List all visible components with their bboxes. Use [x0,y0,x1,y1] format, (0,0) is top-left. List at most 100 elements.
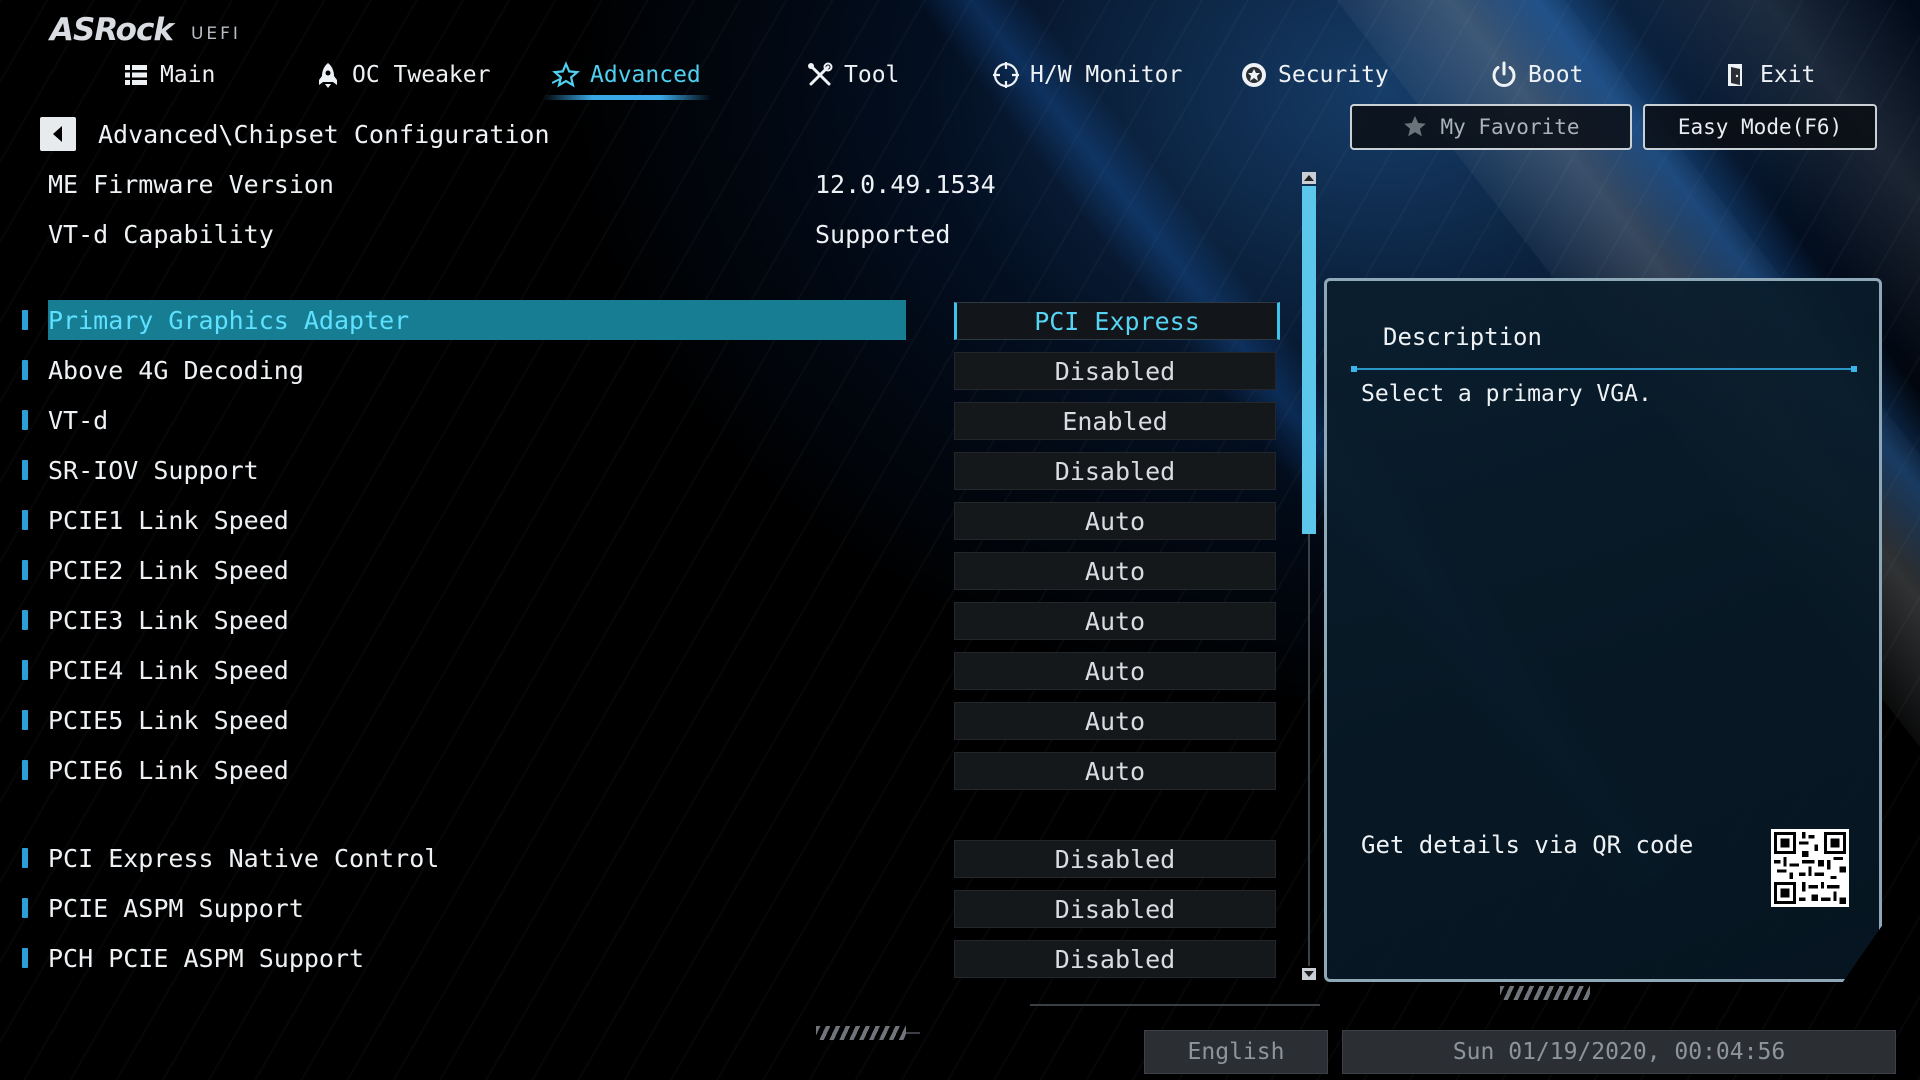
scroll-up-arrow-icon[interactable] [1302,172,1316,184]
info-value-me-firmware: 12.0.49.1534 [815,169,996,199]
row-bullet [22,360,28,380]
main-nav: Main OC Tweaker Advanced Tool H/W Monito… [0,56,1920,100]
my-favorite-button[interactable]: My Favorite [1350,104,1632,150]
easy-mode-button[interactable]: Easy Mode(F6) [1643,104,1877,150]
option-value[interactable]: Auto [954,552,1276,590]
option-value[interactable]: Disabled [954,890,1276,928]
tab-label: Boot [1528,62,1584,88]
row-bullet [22,660,28,680]
tab-advanced[interactable]: Advanced [542,56,711,100]
option-value[interactable]: Disabled [954,452,1276,490]
scroll-down-arrow-icon[interactable] [1302,968,1316,980]
back-arrow-icon [53,126,62,142]
option-value[interactable]: Disabled [954,940,1276,978]
info-label-vtd-capability: VT-d Capability [48,219,274,249]
option-vt-d[interactable]: VT-d Enabled [20,400,1280,440]
crosshair-icon [993,62,1019,88]
row-bullet [22,760,28,780]
row-bullet [22,848,28,868]
option-label: PCIE2 Link Speed [48,555,289,585]
option-label: PCIE3 Link Speed [48,605,289,635]
favorite-label: My Favorite [1440,115,1580,139]
option-value[interactable]: Disabled [954,352,1276,390]
option-value[interactable]: Enabled [954,402,1276,440]
shield-icon [1242,63,1266,87]
option-value[interactable]: Auto [954,752,1276,790]
row-bullet [22,560,28,580]
tab-label: Exit [1760,62,1816,88]
option-pcie4-link-speed[interactable]: PCIE4 Link Speed Auto [20,650,1280,690]
decorative-line [1030,1004,1320,1006]
option-label: SR-IOV Support [48,455,259,485]
breadcrumb-path: Advanced\Chipset Configuration [98,119,550,149]
tab-security[interactable]: Security [1240,56,1389,94]
tab-label: Tool [844,62,900,88]
power-icon [1492,61,1516,87]
option-label: PCH PCIE ASPM Support [48,943,365,973]
option-pcie5-link-speed[interactable]: PCIE5 Link Speed Auto [20,700,1280,740]
option-sr-iov-support[interactable]: SR-IOV Support Disabled [20,450,1280,490]
easy-mode-label: Easy Mode(F6) [1677,115,1843,139]
tab-label: Advanced [590,62,701,88]
rocket-icon [319,63,337,88]
tab-boot[interactable]: Boot [1490,56,1583,94]
logo-sub: UEFI [190,24,241,44]
option-label: Above 4G Decoding [48,355,304,385]
tab-oc-tweaker[interactable]: OC Tweaker [314,56,490,94]
tab-tool[interactable]: Tool [806,56,899,94]
option-label: PCIE ASPM Support [48,893,304,923]
option-above-4g-decoding[interactable]: Above 4G Decoding Disabled [20,350,1280,390]
scroll-track-line [1308,534,1310,966]
option-pcie3-link-speed[interactable]: PCIE3 Link Speed Auto [20,600,1280,640]
row-bullet [22,410,28,430]
tab-label: Main [160,62,216,88]
option-value[interactable]: Disabled [954,840,1276,878]
back-button[interactable] [40,117,76,151]
scroll-thumb[interactable] [1302,186,1316,534]
option-label: PCIE1 Link Speed [48,505,289,535]
tab-label: OC Tweaker [352,62,491,88]
option-pcie6-link-speed[interactable]: PCIE6 Link Speed Auto [20,750,1280,790]
option-value[interactable]: Auto [954,502,1276,540]
option-value[interactable]: Auto [954,602,1276,640]
datetime-display: Sun 01/19/2020, 00:04:56 [1342,1030,1896,1074]
tab-label: Security [1278,62,1389,88]
option-pch-pcie-aspm-support[interactable]: PCH PCIE ASPM Support Disabled [20,938,1280,978]
description-divider [1351,366,1857,372]
breadcrumb: Advanced\Chipset Configuration [40,116,550,152]
logo-brand: ASRock [50,12,174,48]
option-label: Primary Graphics Adapter [48,300,906,340]
qr-code-icon[interactable] [1771,829,1849,907]
tab-main[interactable]: Main [122,56,215,94]
row-bullet [22,710,28,730]
row-bullet [22,460,28,480]
option-label: PCIE5 Link Speed [48,705,289,735]
exit-door-icon [1728,64,1742,86]
tab-hw-monitor[interactable]: H/W Monitor [992,56,1182,94]
description-text: Select a primary VGA. [1361,381,1652,407]
star-icon [1404,116,1427,137]
description-title: Description [1383,323,1542,351]
decorative-line [906,1032,920,1034]
decorative-hatch [816,1026,906,1040]
tab-exit[interactable]: Exit [1722,56,1815,94]
option-value[interactable]: Auto [954,652,1276,690]
info-value-vtd-capability: Supported [815,219,951,249]
row-bullet [22,510,28,530]
options-scrollbar[interactable] [1302,172,1316,980]
decorative-hatch [1500,986,1590,1000]
language-button[interactable]: English [1144,1030,1328,1074]
tools-icon [808,62,833,86]
list-icon [125,65,147,85]
option-pci-express-native-control[interactable]: PCI Express Native Control Disabled [20,838,1280,878]
option-pcie1-link-speed[interactable]: PCIE1 Link Speed Auto [20,500,1280,540]
option-pcie2-link-speed[interactable]: PCIE2 Link Speed Auto [20,550,1280,590]
tab-label: H/W Monitor [1030,62,1183,88]
star-icon [552,61,580,88]
option-label: PCIE4 Link Speed [48,655,289,685]
option-primary-graphics-adapter[interactable]: Primary Graphics Adapter PCI Express [20,300,1280,340]
row-bullet [22,610,28,630]
option-value[interactable]: PCI Express [954,302,1280,340]
option-value[interactable]: Auto [954,702,1276,740]
option-pcie-aspm-support[interactable]: PCIE ASPM Support Disabled [20,888,1280,928]
